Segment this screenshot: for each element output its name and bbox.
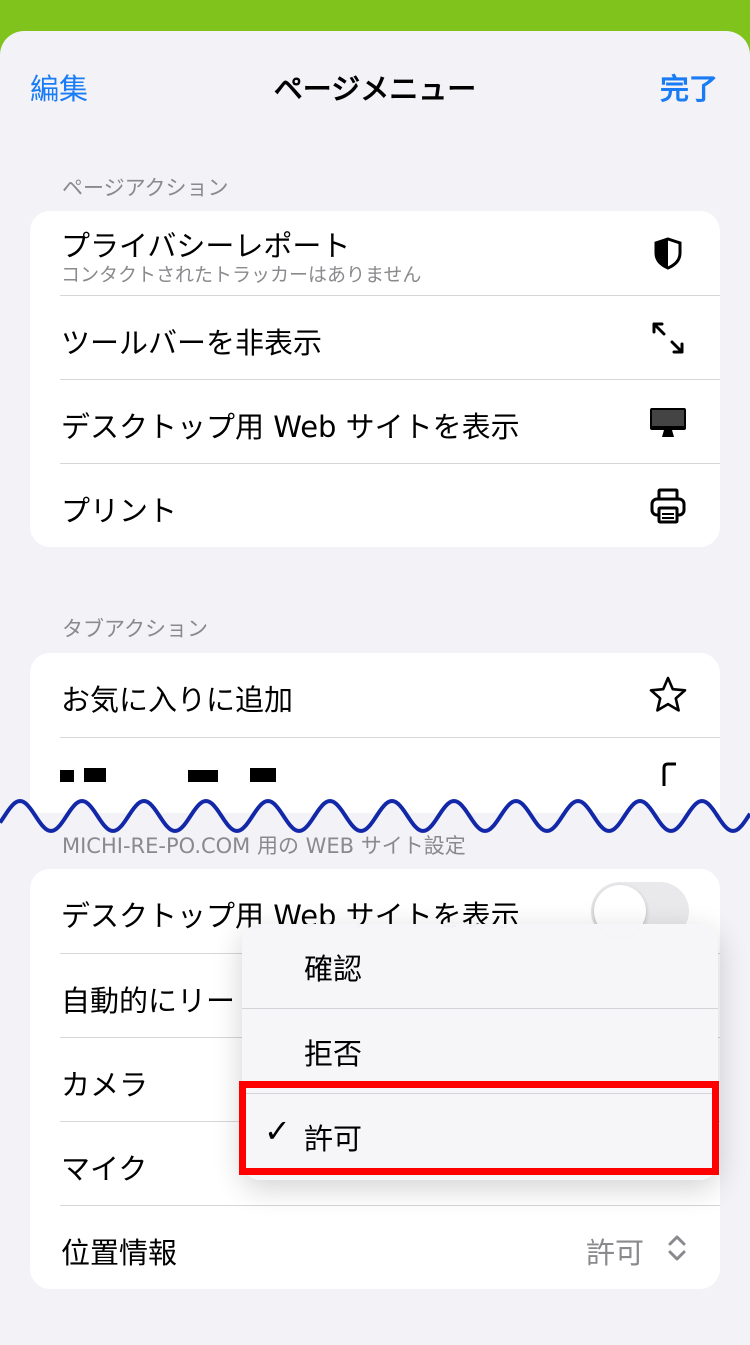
desktop-monitor-icon — [650, 408, 686, 437]
location-label: 位置情報 — [61, 1236, 178, 1270]
print-label: プリント — [61, 494, 178, 528]
privacy-report-row[interactable]: プライバシーレポート コンタクトされたトラッカーはありません — [30, 211, 720, 295]
page-title: ページメニュー — [273, 72, 477, 106]
microphone-label: マイク — [61, 1152, 148, 1186]
shield-half-icon — [654, 237, 682, 270]
privacy-report-subtitle: コンタクトされたトラッカーはありません — [61, 264, 422, 286]
section-header-site-settings: MICHI-RE-PO.COM 用の WEB サイト設定 — [62, 834, 466, 858]
section-header-tab-actions: タブアクション — [62, 617, 208, 641]
popup-option-label: 確認 — [304, 952, 363, 986]
done-button[interactable]: 完了 — [660, 66, 718, 108]
add-to-favorites-row[interactable]: お気に入りに追加 — [30, 653, 720, 737]
hide-toolbar-row[interactable]: ツールバーを非表示 — [30, 296, 720, 379]
page-actions-group: プライバシーレポート コンタクトされたトラッカーはありません ツールバーを非表示… — [30, 211, 720, 547]
camera-label: カメラ — [61, 1068, 149, 1102]
location-value: 許可 — [585, 1236, 644, 1270]
location-row[interactable]: 位置情報 許可 — [30, 1206, 720, 1289]
partial-icon — [662, 762, 676, 786]
request-desktop-site-label: デスクトップ用 Web サイトを表示 — [61, 410, 520, 444]
chevron-up-down-icon[interactable] — [666, 1232, 688, 1264]
cut-off-text-fragments — [60, 768, 276, 782]
request-desktop-site-row[interactable]: デスクトップ用 Web サイトを表示 — [30, 380, 720, 463]
red-highlight-box — [239, 1081, 719, 1175]
popup-option-ask[interactable]: 確認 — [242, 924, 718, 1008]
auto-reader-label: 自動的にリー — [61, 984, 236, 1018]
hide-toolbar-label: ツールバーを非表示 — [61, 326, 323, 360]
privacy-report-label: プライバシーレポート — [61, 229, 351, 263]
print-row[interactable]: プリント — [30, 464, 720, 547]
tab-actions-group: お気に入りに追加 — [30, 653, 720, 813]
popup-option-label: 拒否 — [304, 1037, 363, 1071]
printer-icon — [650, 488, 686, 524]
section-header-page-actions: ページアクション — [62, 176, 229, 200]
add-to-favorites-label: お気に入りに追加 — [61, 683, 294, 717]
star-icon — [649, 676, 687, 712]
expand-arrows-icon — [652, 322, 684, 354]
